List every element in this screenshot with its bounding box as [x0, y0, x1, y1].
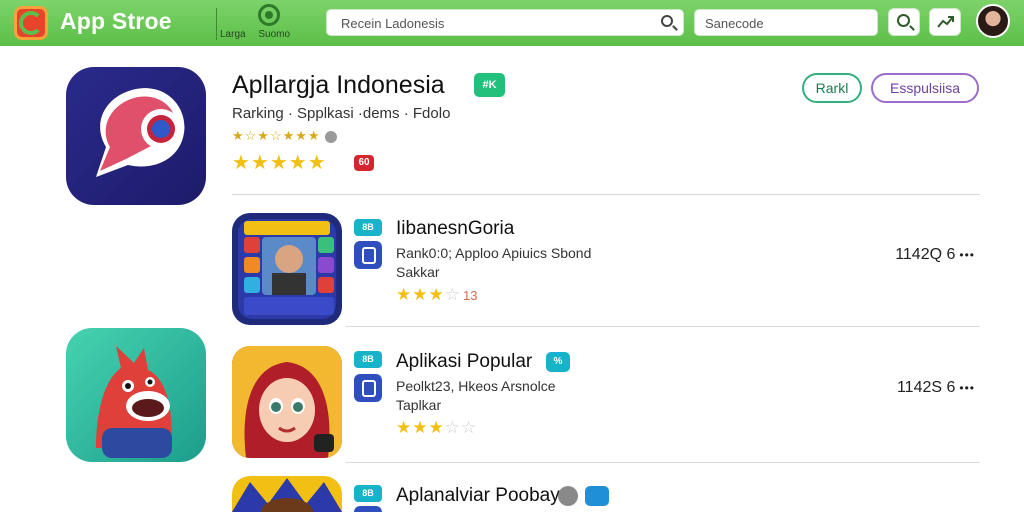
list-item-stars: ★★★☆☆ — [396, 418, 477, 438]
verified-icon — [585, 486, 609, 506]
app-store-logo[interactable] — [14, 6, 48, 40]
rank-button[interactable]: Rarkl — [802, 73, 862, 103]
title-badge: % — [546, 352, 570, 372]
secondary-search-input[interactable]: Sanecode — [694, 9, 878, 36]
featured-rating-stars: ★★★★★ — [232, 152, 327, 174]
secondary-search-placeholder: Sanecode — [705, 16, 764, 31]
more-icon[interactable]: ••• — [959, 381, 975, 395]
featured-app-icon[interactable] — [66, 67, 206, 205]
list-item-category: Sakkar — [396, 264, 440, 280]
featured-small-rating: ★☆★☆★★★ — [232, 128, 337, 144]
featured-app-title[interactable]: Apllargja Indonesia — [232, 71, 445, 100]
esp-button[interactable]: Esspulsiisa — [871, 73, 979, 103]
stars-empty: ☆ — [444, 285, 461, 304]
stars-count: 13 — [462, 288, 478, 303]
info-icon — [558, 486, 578, 506]
more-icon[interactable]: ••• — [959, 248, 975, 262]
search-icon[interactable] — [661, 15, 673, 27]
trend-icon — [937, 16, 954, 28]
app-type-icon — [354, 241, 382, 269]
list-item-icon[interactable] — [232, 213, 342, 325]
user-avatar[interactable] — [976, 4, 1010, 38]
stars-filled: ★★★ — [396, 285, 445, 304]
featured-subtitle: Rarking · Spplkasi ·dems · Fdolo — [232, 105, 451, 122]
list-item-downloads: 1142S 6 ••• — [860, 379, 975, 397]
chat-bubble-icon — [96, 88, 185, 177]
list-item-title[interactable]: IibanesnGoria — [396, 218, 514, 240]
list-item-badge: 8B — [354, 485, 382, 502]
list-item-badge: 8B — [354, 351, 382, 368]
search-input[interactable]: Recein Ladonesis — [326, 9, 684, 36]
divider — [346, 326, 980, 327]
list-item-title[interactable]: Aplikasi Popular — [396, 351, 532, 373]
region-line2: Suomo — [258, 29, 291, 40]
list-item-subtitle: Peolkt23, Hkeos Arsnolce — [396, 378, 556, 394]
download-count: 1142S 6 — [896, 379, 956, 396]
info-icon — [324, 130, 337, 143]
list-item-subtitle: Rank0:0; Apploo Apiuics Sbond — [396, 245, 592, 261]
stars-filled: ★★★ — [396, 418, 445, 437]
list-item-category: Taplkar — [396, 397, 442, 413]
trending-button[interactable] — [929, 8, 961, 36]
magnifier-icon — [897, 14, 910, 27]
search-button[interactable] — [888, 8, 920, 36]
download-count: 1142Q 6 — [895, 246, 956, 263]
list-item-icon[interactable] — [232, 476, 342, 512]
featured-monster-app-icon[interactable] — [66, 328, 206, 462]
monster-icon — [96, 346, 172, 458]
rating-badge: 60 — [354, 155, 374, 171]
region-selector[interactable]: Larga Suomo — [220, 2, 290, 44]
character-icon — [232, 346, 342, 458]
search-placeholder: Recein Ladonesis — [341, 16, 445, 31]
list-item-badge: 8B — [354, 219, 382, 236]
stars-empty: ☆☆ — [444, 418, 478, 437]
app-grid-icon — [238, 219, 336, 319]
globe-icon — [258, 4, 280, 26]
list-item-title[interactable]: Aplanalviar Poobay — [396, 485, 560, 507]
list-item-stars: ★★★☆ 13 — [396, 285, 477, 305]
divider — [346, 462, 980, 463]
brand-title[interactable]: App Stroe — [60, 8, 172, 35]
list-item-downloads: 1142Q 6 ••• — [860, 246, 975, 264]
app-type-icon — [354, 374, 382, 402]
header-divider — [216, 8, 217, 40]
divider — [232, 194, 980, 195]
app-type-icon — [354, 506, 382, 529]
list-item-icon[interactable] — [232, 346, 342, 458]
region-line1: Larga — [220, 29, 246, 40]
featured-badge: #K — [474, 73, 505, 97]
featured-small-stars: ★☆★☆★★★ — [232, 128, 321, 143]
region-label: Larga Suomo — [220, 29, 290, 40]
top-bar: App Stroe Larga Suomo Recein Ladonesis S… — [0, 0, 1024, 46]
character-icon — [232, 478, 342, 512]
